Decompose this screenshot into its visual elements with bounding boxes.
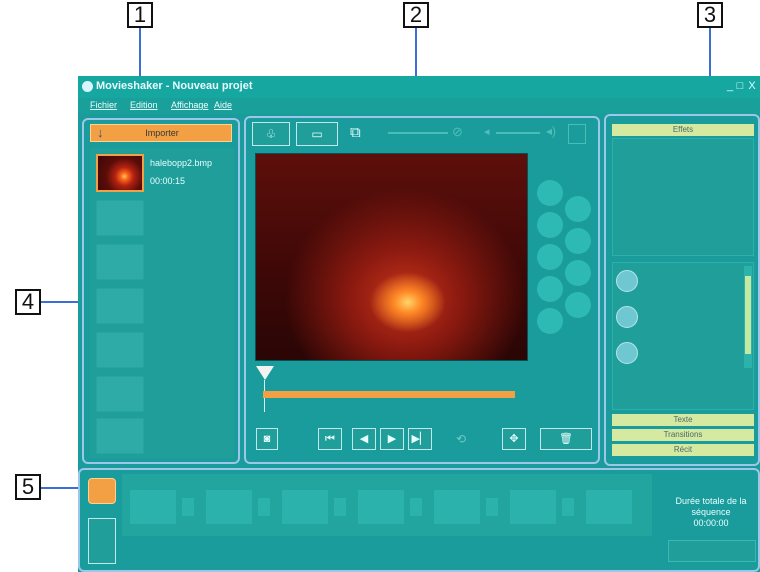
callout-line-4 [41, 301, 82, 303]
effect-slot-circle [537, 212, 563, 238]
storyboard-transition-slot[interactable] [562, 498, 574, 516]
effect-slot-circle [565, 260, 591, 286]
close-button[interactable]: X [746, 79, 758, 93]
storyboard-transition-slot[interactable] [334, 498, 346, 516]
timeline-tab[interactable] [88, 518, 116, 564]
storyboard-clip-slot[interactable] [434, 490, 480, 524]
snapshot-button[interactable]: ◙ [256, 428, 278, 450]
effect-slot-circle [565, 292, 591, 318]
effect-slot-circle [565, 228, 591, 254]
effect-slot-circle [537, 244, 563, 270]
menu-fichier[interactable]: Fichier [90, 100, 117, 110]
playhead-marker[interactable] [256, 366, 274, 380]
callout-line-5 [41, 487, 78, 489]
menu-aide[interactable]: Aide [214, 100, 232, 110]
menu-bar: Fichier Edition Affichage Aide [78, 98, 760, 114]
media-file-duration: 00:00:15 [150, 176, 186, 186]
volume-high-icon: ◂) [546, 124, 557, 138]
import-label: Importer [145, 128, 179, 138]
clip-timeline-bar[interactable] [263, 391, 515, 398]
volume-low-icon: ◂ [484, 126, 490, 138]
import-button[interactable]: ↓ Importer [90, 124, 232, 142]
rewind-button[interactable]: ⏮ [318, 428, 342, 450]
title-bar: Movieshaker - Nouveau projet _ □ X [78, 76, 760, 98]
effect-option-icon[interactable] [616, 342, 638, 364]
media-file-name: halebopp2.bmp [150, 158, 213, 168]
storyboard-clip-slot[interactable] [510, 490, 556, 524]
effect-slot-circle [565, 196, 591, 222]
media-slot[interactable] [96, 288, 144, 324]
effects-tab[interactable]: Effets [612, 124, 754, 136]
total-duration-value: 00:00:00 [693, 518, 729, 528]
storyboard-clip-slot[interactable] [358, 490, 404, 524]
maximize-button[interactable]: □ [734, 79, 746, 93]
callout-5: 5 [15, 474, 41, 500]
trash-button[interactable]: 🗑 [540, 428, 592, 450]
step-back-button[interactable]: ◀ [352, 428, 376, 450]
effect-slot-circle [537, 180, 563, 206]
storyboard-transition-slot[interactable] [258, 498, 270, 516]
callout-1: 1 [127, 2, 153, 28]
storyboard-transition-slot[interactable] [410, 498, 422, 516]
media-slot[interactable] [96, 376, 144, 412]
capture-tool-button[interactable]: ♧ [252, 122, 290, 146]
storyboard-clip-slot[interactable] [206, 490, 252, 524]
storyboard-transition-slot[interactable] [182, 498, 194, 516]
callout-4: 4 [15, 289, 41, 315]
step-forward-button[interactable]: ▶▏ [408, 428, 432, 450]
speed-icon: ⊘ [452, 124, 463, 139]
callout-2: 2 [403, 2, 429, 28]
media-thumbnail[interactable] [96, 154, 144, 192]
export-button[interactable] [668, 540, 756, 562]
speed-slider[interactable] [388, 132, 448, 134]
storyboard-clip-slot[interactable] [282, 490, 328, 524]
media-slot[interactable] [96, 418, 144, 454]
storyboard-tab[interactable] [88, 478, 116, 504]
window-title: Movieshaker - Nouveau projet [96, 80, 253, 92]
total-duration-label: Durée totale de la séquence [675, 496, 747, 517]
film-tool-button[interactable]: ▭ [296, 122, 338, 146]
video-preview [255, 153, 528, 361]
media-slot[interactable] [96, 332, 144, 368]
media-slot[interactable] [96, 244, 144, 280]
play-button[interactable]: ▶ [380, 428, 404, 450]
menu-edition[interactable]: Edition [130, 100, 158, 110]
storyboard-clip-slot[interactable] [586, 490, 632, 524]
volume-slider[interactable] [496, 132, 540, 134]
effect-slot-circle [537, 308, 563, 334]
effects-scroll-thumb[interactable] [745, 276, 751, 354]
callout-3: 3 [697, 2, 723, 28]
app-logo-icon [82, 81, 93, 92]
storyboard-clip-slot[interactable] [130, 490, 176, 524]
split-button[interactable]: ✥ [502, 428, 526, 450]
media-slot[interactable] [96, 200, 144, 236]
audio-meter-icon [568, 124, 586, 144]
effect-option-icon[interactable] [616, 306, 638, 328]
texte-tab[interactable]: Texte [612, 414, 754, 426]
layers-icon[interactable]: ⧉ [350, 124, 372, 144]
recit-tab[interactable]: Récit [612, 444, 754, 456]
menu-affichage[interactable]: Affichage [171, 100, 208, 110]
effects-preview-box [612, 138, 754, 256]
transitions-tab[interactable]: Transitions [612, 429, 754, 441]
storyboard-transition-slot[interactable] [486, 498, 498, 516]
loop-icon[interactable]: ⟲ [438, 428, 484, 450]
effect-slot-circle [537, 276, 563, 302]
effect-option-icon[interactable] [616, 270, 638, 292]
